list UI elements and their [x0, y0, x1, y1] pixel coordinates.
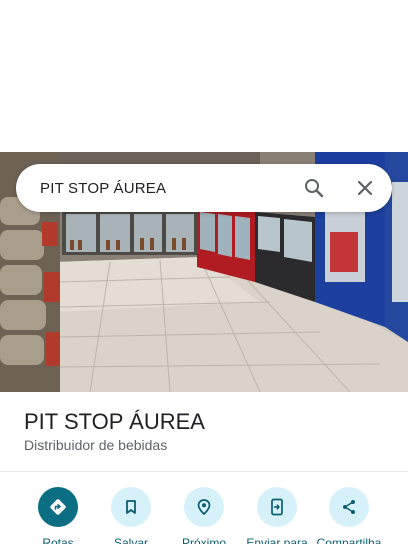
directions-icon[interactable] [38, 487, 78, 527]
place-category: Distribuidor de bebidas [24, 437, 168, 453]
share-button[interactable]: Compartilha [309, 487, 389, 544]
action-bar: Rotas Salvar Próximo Enviar para Compart… [0, 487, 408, 544]
save-label: Salvar [113, 536, 148, 544]
search-query[interactable]: PIT STOP ÁUREA [40, 180, 302, 197]
save-button[interactable]: Salvar [91, 487, 171, 544]
divider [0, 471, 408, 472]
send-to-phone-icon[interactable] [257, 487, 297, 527]
send-to-phone-button[interactable]: Enviar para [237, 487, 317, 544]
send-to-phone-label: Enviar para [246, 536, 308, 544]
nearby-icon[interactable] [184, 487, 224, 527]
bookmark-icon[interactable] [111, 487, 151, 527]
share-label: Compartilha [316, 536, 382, 544]
directions-label: Rotas [42, 536, 74, 544]
directions-button[interactable]: Rotas [18, 487, 98, 544]
nearby-button[interactable]: Próximo [164, 487, 244, 544]
search-icon[interactable] [302, 176, 326, 200]
search-bar[interactable]: PIT STOP ÁUREA [16, 164, 392, 212]
close-icon[interactable] [353, 176, 377, 200]
share-icon[interactable] [329, 487, 369, 527]
nearby-label: Próximo [181, 536, 226, 544]
place-title: PIT STOP ÁUREA [24, 409, 205, 434]
map-area [0, 0, 408, 152]
